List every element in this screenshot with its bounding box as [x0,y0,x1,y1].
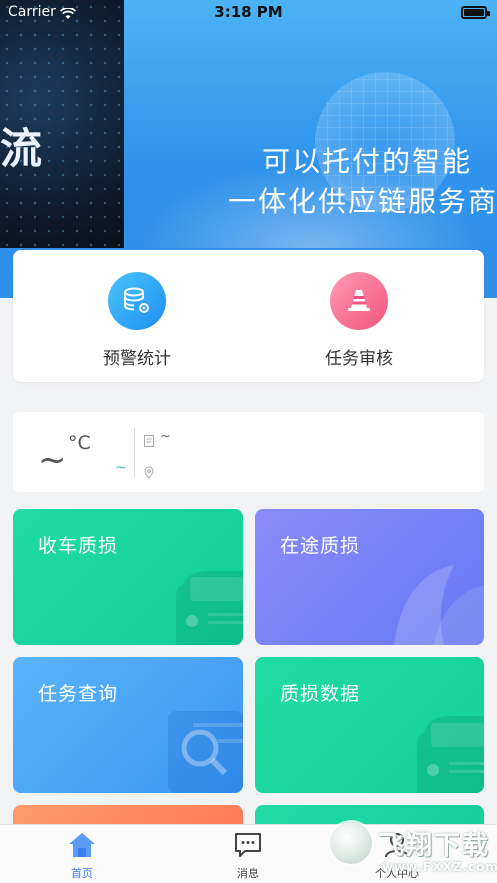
tile-label: 任务查询 [38,683,119,705]
message-icon [235,833,261,857]
watermark: 飞翔下载 www.FXXZ.com [330,822,497,883]
watermark-logo-icon [330,822,372,864]
tile-label: 收车质损 [38,535,119,557]
traffic-cone-icon [330,272,388,330]
tile-label: 质损数据 [280,683,361,705]
temperature-range: ~ [115,460,127,476]
status-time: 3:18 PM [214,3,283,21]
quick-action-label: 预警统计 [103,349,171,369]
banner-slogan-line2: 一体化供应链服务商 [228,185,497,218]
weather-card[interactable]: ~ °C ~ ~ [13,412,484,492]
tab-home[interactable]: 首页 [37,831,127,881]
banner-left-panel: 流 [0,0,124,248]
temperature-unit: °C [68,432,91,454]
watermark-brand: 飞翔下载 [378,831,491,861]
calendar-icon [144,432,154,451]
temperature-value: ~ [38,440,67,480]
tab-messages[interactable]: 消息 [203,831,293,881]
quick-action-label: 任务审核 [325,349,393,369]
status-bar: Carrier 3:18 PM [0,0,497,26]
tab-label: 首页 [71,867,93,880]
battery-icon [461,6,490,19]
tile-task-query[interactable]: 任务查询 [13,657,243,793]
weather-divider [134,428,135,478]
leaf-icon [394,565,484,645]
tile-damage-data[interactable]: 质损数据 [255,657,484,793]
banner-slogan-line1: 可以托付的智能 [262,145,473,178]
tile-receive-damage[interactable]: 收车质损 [13,509,243,645]
car-icon [417,716,484,793]
watermark-url: www.FXXZ.com [382,860,497,874]
search-icon [168,711,243,793]
database-gear-icon [108,272,166,330]
quick-action-warning-stats[interactable]: 预警统计 [62,272,212,369]
home-icon [69,833,95,857]
weather-info: ~ [160,429,171,444]
quick-actions-card: 预警统计 任务审核 [13,250,484,382]
tile-transit-damage[interactable]: 在途质损 [255,509,484,645]
car-icon [176,571,243,645]
tab-label: 消息 [237,867,259,880]
tile-label: 在途质损 [280,535,361,557]
banner-left-glyph: 流 [0,124,45,173]
location-pin-icon [144,464,154,483]
quick-action-task-review[interactable]: 任务审核 [284,272,434,369]
